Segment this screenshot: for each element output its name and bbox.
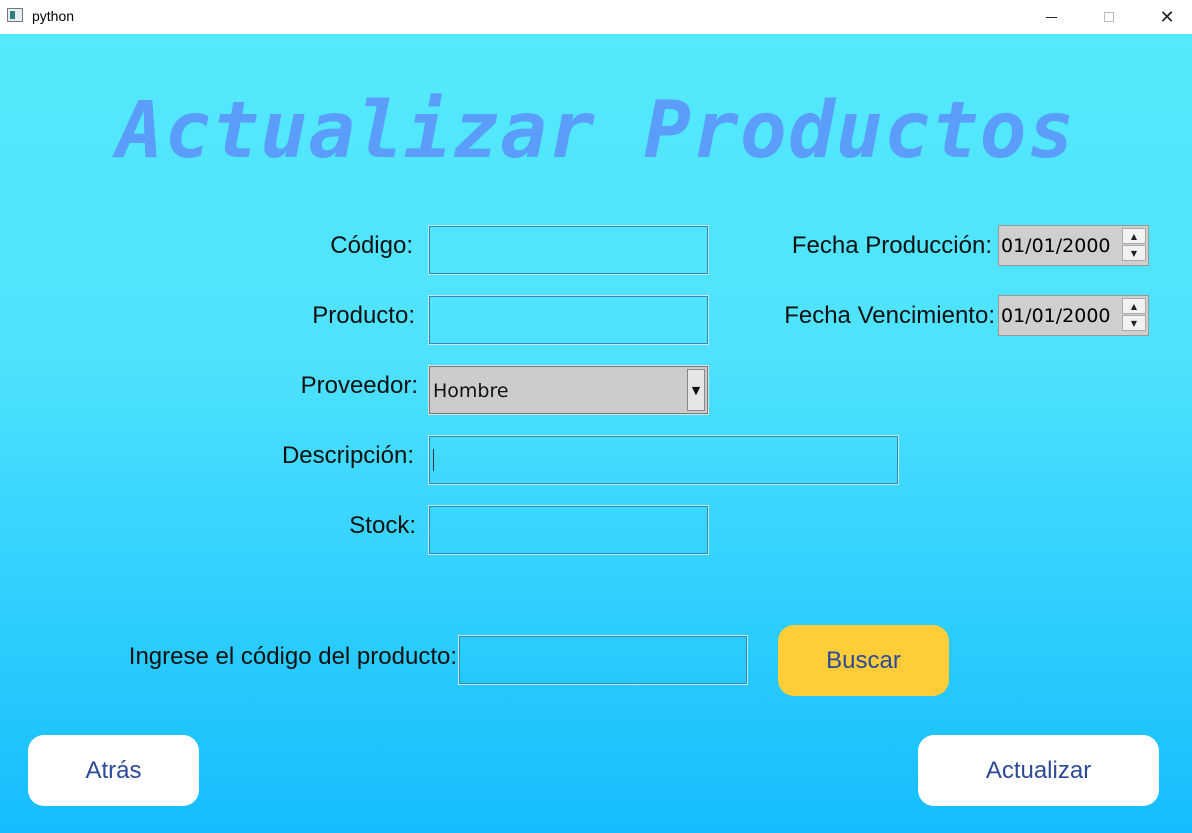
- page-title: Actualizar Productos: [116, 86, 1076, 176]
- actualizar-button[interactable]: Actualizar: [918, 735, 1159, 806]
- stock-input[interactable]: [428, 505, 709, 555]
- maximize-button[interactable]: [1080, 0, 1138, 34]
- main-panel: Actualizar Productos Código: Producto: P…: [0, 34, 1192, 833]
- close-button[interactable]: ✕: [1138, 0, 1192, 34]
- proveedor-label: Proveedor:: [300, 372, 418, 399]
- search-code-input[interactable]: [458, 635, 748, 685]
- fecha-vencimiento-value: 01/01/2000: [1001, 305, 1111, 327]
- fecha-produccion-label: Fecha Producción:: [791, 232, 992, 259]
- search-code-label: Ingrese el código del producto:: [128, 643, 457, 670]
- spin-up-icon[interactable]: ▲: [1122, 298, 1146, 314]
- fecha-vencimiento-picker[interactable]: 01/01/2000 ▲ ▼: [998, 295, 1149, 336]
- chevron-down-icon[interactable]: ▼: [687, 369, 705, 411]
- fecha-produccion-value: 01/01/2000: [1001, 235, 1111, 257]
- window-titlebar: python ✕: [0, 0, 1192, 34]
- descripcion-input[interactable]: [428, 435, 899, 485]
- codigo-input[interactable]: [428, 225, 709, 275]
- fecha-produccion-picker[interactable]: 01/01/2000 ▲ ▼: [998, 225, 1149, 266]
- app-icon: [7, 8, 23, 22]
- descripcion-label: Descripción:: [281, 442, 414, 469]
- window-title: python: [32, 8, 75, 24]
- stock-label: Stock:: [349, 512, 416, 539]
- spin-down-icon[interactable]: ▼: [1122, 245, 1146, 261]
- buscar-button[interactable]: Buscar: [778, 625, 949, 696]
- producto-input[interactable]: [428, 295, 709, 345]
- spin-up-icon[interactable]: ▲: [1122, 228, 1146, 244]
- proveedor-selected-value: Hombre: [433, 380, 509, 402]
- proveedor-select[interactable]: Hombre ▼: [428, 365, 709, 415]
- fecha-vencimiento-label: Fecha Vencimiento:: [784, 302, 995, 329]
- spin-down-icon[interactable]: ▼: [1122, 315, 1146, 331]
- producto-label: Producto:: [312, 302, 415, 329]
- minimize-button[interactable]: [1022, 0, 1080, 34]
- atras-button[interactable]: Atrás: [28, 735, 199, 806]
- codigo-label: Código:: [330, 232, 413, 259]
